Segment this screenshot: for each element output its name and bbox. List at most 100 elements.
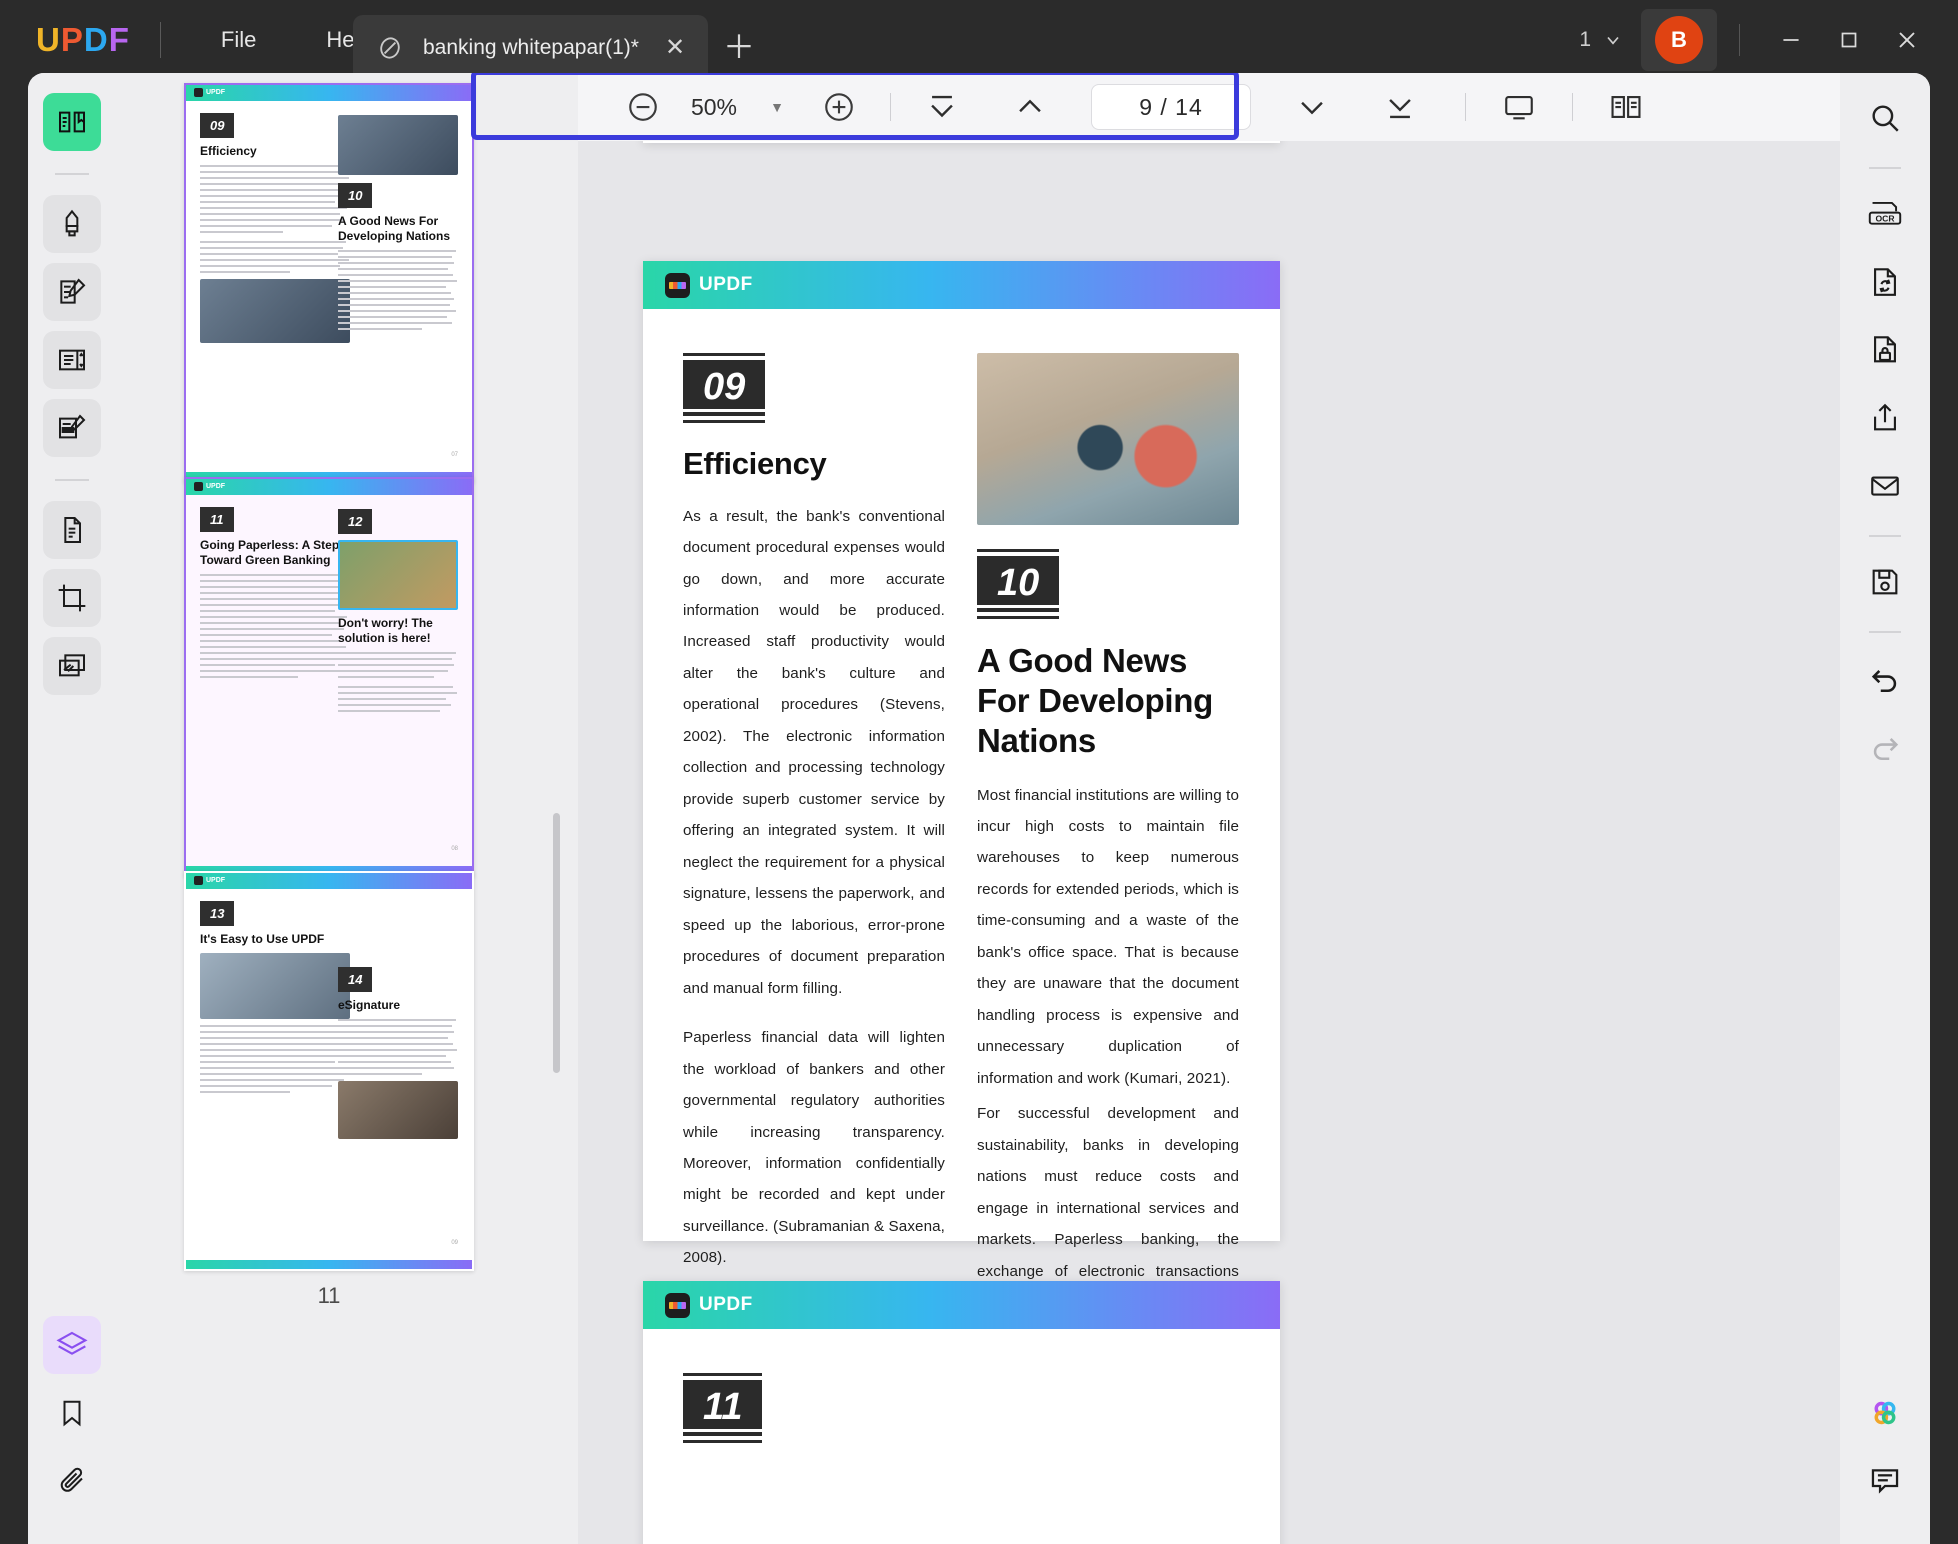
thumbnail-panel[interactable]: UPDF 09 Efficiency 10 A Good News For De… [116,73,578,1544]
maximize-icon[interactable] [1820,10,1878,70]
thumb-section-number: 09 [200,113,235,138]
page-top-band [186,873,472,889]
tab-close-icon[interactable]: ✕ [660,33,690,63]
section-number-badge-3: 11 [683,1373,763,1443]
thumb-section-number: 11 [200,507,234,532]
rail-separator [55,173,89,175]
thumbnail-item[interactable]: UPDF 11 Going Paperless: A Step Toward G… [184,477,474,915]
section-number: 09 [683,360,766,416]
thumb-column-right: 10 A Good News For Developing Nations [338,115,458,334]
thumbnail-body: 09 Efficiency 10 A Good News For Develop… [186,101,472,472]
thumb-photo-top [338,115,458,175]
save-disk-icon[interactable] [1858,555,1912,609]
menu-file[interactable]: File [211,21,266,59]
thumb-section-number: 13 [200,901,235,926]
page-brand-mark: UPDF [194,482,225,491]
pdf-page-next[interactable]: UPDF 11 [643,1281,1280,1544]
search-icon[interactable] [1858,91,1912,145]
page-top-band [186,85,472,101]
convert-document-icon[interactable] [1858,255,1912,309]
main-frame: UPDF 09 Efficiency 10 A Good News For De… [28,73,1930,1544]
pdf-file-icon [375,33,405,63]
section-heading: Efficiency [683,445,827,481]
undo-arrow-icon[interactable] [1858,651,1912,705]
thumb-column-right: 14 eSignature [338,967,458,1139]
updf-mark-icon [665,1292,690,1318]
page-brand-logo: UPDF [665,1292,753,1318]
sidebar-item-edit-pdf[interactable] [43,263,101,321]
page-brand-logo: UPDF [665,272,753,298]
thumb-section-heading: Going Paperless: A Step Toward Green Ban… [200,538,340,567]
thumb-text-lines [200,165,350,233]
tab-title: banking whitepapar(1)* [423,35,639,59]
document-lock-icon[interactable] [1858,323,1912,377]
sidebar-item-convert-pdf[interactable] [43,501,101,559]
sidebar-item-crop-page[interactable] [43,569,101,627]
account-button[interactable]: B [1641,9,1717,71]
thumbnail-page-label: 11 [317,1283,341,1308]
section-paragraph-2: Paperless financial data will lighten th… [683,1029,945,1267]
thumbnail-body: 13 It's Easy to Use UPDF 14 eSignature 0… [186,889,472,1260]
thumb-section-number-2: 12 [338,509,373,534]
thumbnail-item[interactable]: UPDF 13 It's Easy to Use UPDF 14 eSignat… [184,871,474,1309]
thumbnail-item[interactable]: UPDF 09 Efficiency 10 A Good News For De… [184,83,474,521]
page-brand-mark: UPDF [194,88,225,97]
envelope-icon[interactable] [1858,459,1912,513]
logo-letter-p: P [60,21,84,58]
new-tab-plus-icon[interactable]: ＋ [722,22,756,68]
pdf-page[interactable]: UPDF 09 Efficiency As a result, the bank… [643,261,1280,1515]
sidebar-item-fill-and-sign[interactable] [43,399,101,457]
minimize-icon[interactable] [1762,10,1820,70]
window-count-dropdown[interactable]: 1 [1579,28,1623,52]
share-upload-icon[interactable] [1858,391,1912,445]
thumb-photo [338,540,458,610]
logo-letter-d: D [83,21,109,58]
dual-page-view-icon[interactable] [1603,84,1649,130]
ai-flower-icon[interactable] [1858,1386,1912,1440]
document-tab[interactable]: banking whitepapar(1)* ✕ [353,15,708,80]
left-tool-rail [28,73,116,1544]
next-page-icon[interactable] [1289,84,1335,130]
sidebar-item-attachments-panel[interactable] [43,1452,101,1510]
toolbar-highlight-outline [471,73,1239,140]
section-heading-2: A Good News For Developing Nations [977,641,1213,760]
sidebar-item-reader-mode[interactable] [43,93,101,151]
page-bottom-band [186,1260,472,1269]
thumbnail-page-preview[interactable]: UPDF 09 Efficiency 10 A Good News For De… [184,83,474,483]
thumbnail-scrollbar[interactable] [553,813,560,1073]
sidebar-item-batch-process[interactable] [43,637,101,695]
thumb-text-lines-3 [338,1019,458,1075]
window-count-value: 1 [1579,28,1591,51]
thumb-text-lines-4 [338,686,458,712]
thumb-photo-2 [338,1081,458,1139]
close-icon[interactable] [1878,10,1936,70]
window-controls-divider [1739,24,1740,56]
sidebar-item-bookmarks-panel[interactable] [43,1384,101,1442]
sidebar-item-annotate[interactable] [43,195,101,253]
toolbar-separator-2 [1465,93,1466,121]
updf-application-window: U P D F File Help banking whitepapar(1)*… [0,0,1958,1544]
page-brand-text: UPDF [699,274,753,295]
thumbnail-body: 11 Going Paperless: A Step Toward Green … [186,495,472,866]
thumb-text-lines-3 [338,250,458,330]
page-top-band: UPDF [643,261,1280,309]
sidebar-item-layers-panel[interactable] [43,1316,101,1374]
redo-arrow-icon[interactable] [1858,719,1912,773]
title-divider [159,22,161,58]
rail-separator-2 [55,479,89,481]
right-rail-separator [1869,167,1901,169]
logo-letter-u: U [36,21,61,58]
thumb-section-number-2: 14 [338,967,373,992]
updf-logo: U P D F [36,21,130,59]
sidebar-item-page-organize[interactable] [43,331,101,389]
thumbnail-page-preview[interactable]: UPDF 13 It's Easy to Use UPDF 14 eSignat… [184,871,474,1271]
jump-to-last-page-icon[interactable] [1377,84,1423,130]
thumb-text-lines [200,1025,350,1093]
thumbnail-page-preview[interactable]: UPDF 11 Going Paperless: A Step Toward G… [184,477,474,877]
thumb-column-right: 12 Don't worry! The solution is here! [338,509,458,716]
document-view[interactable]: UPDF 09 Efficiency As a result, the bank… [578,141,1840,1544]
ocr-icon[interactable]: OCR [1858,187,1912,241]
screen-cast-icon[interactable] [1496,84,1542,130]
page-top-band [186,479,472,495]
comment-bubble-icon[interactable] [1858,1454,1912,1508]
